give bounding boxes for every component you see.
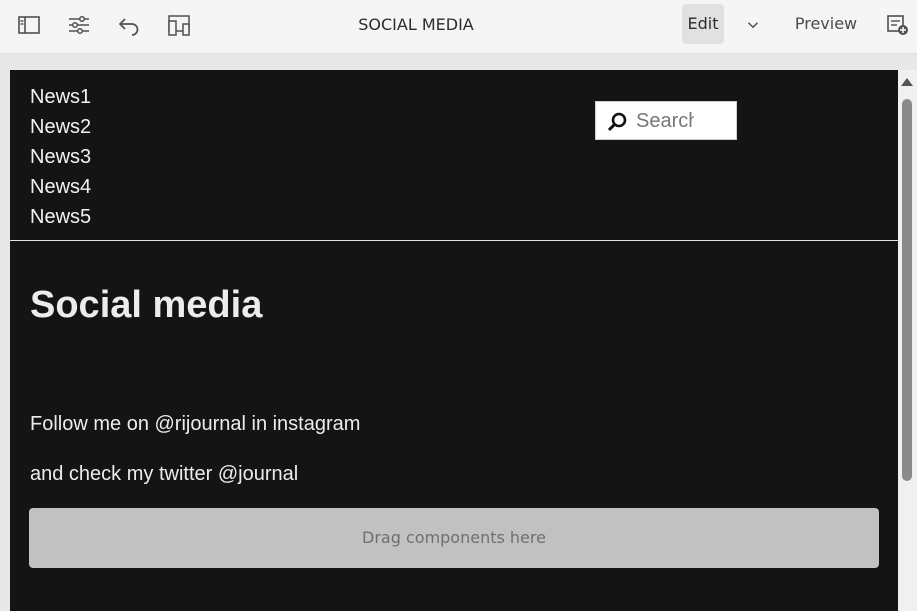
news-navigation: News1 News2 News3 News4 News5 xyxy=(30,82,91,232)
nav-link-news3[interactable]: News3 xyxy=(30,142,91,172)
edit-mode-button[interactable]: Edit xyxy=(682,4,724,44)
mode-selector-dropdown[interactable] xyxy=(740,10,766,40)
search-icon xyxy=(607,112,627,132)
emulator-icon xyxy=(168,15,190,36)
paragraph-instagram: Follow me on @rijournal in instagram xyxy=(30,413,361,435)
scrollbar-thumb[interactable] xyxy=(902,99,912,481)
vertical-scrollbar[interactable] xyxy=(898,70,917,611)
chevron-down-icon xyxy=(747,22,759,29)
scroll-up-arrow-icon[interactable] xyxy=(901,78,913,86)
nav-link-news5[interactable]: News5 xyxy=(30,202,91,232)
undo-button[interactable] xyxy=(110,6,148,44)
undo-icon xyxy=(118,18,139,36)
page-information-icon xyxy=(887,15,908,35)
page-preview-frame: News1 News2 News3 News4 News5 Social med… xyxy=(10,70,898,611)
emulator-button[interactable] xyxy=(160,6,198,44)
search-box xyxy=(595,101,737,140)
nav-link-news2[interactable]: News2 xyxy=(30,112,91,142)
side-panel-toggle[interactable] xyxy=(10,6,48,44)
preview-button[interactable]: Preview xyxy=(787,4,865,44)
editor-toolbar: SOCIAL MEDIA Edit Preview xyxy=(0,0,917,54)
nav-link-news4[interactable]: News4 xyxy=(30,172,91,202)
header-divider xyxy=(10,240,898,241)
page-heading: Social media xyxy=(30,284,263,326)
paragraph-twitter: and check my twitter @journal xyxy=(30,463,299,485)
search-input[interactable] xyxy=(636,108,694,134)
page-properties-icon xyxy=(69,15,89,35)
component-drop-zone[interactable]: Drag components here xyxy=(29,508,879,568)
side-panel-icon xyxy=(18,16,40,34)
page-information-button[interactable] xyxy=(884,10,912,40)
nav-link-news1[interactable]: News1 xyxy=(30,82,91,112)
page-properties-button[interactable] xyxy=(60,6,98,44)
